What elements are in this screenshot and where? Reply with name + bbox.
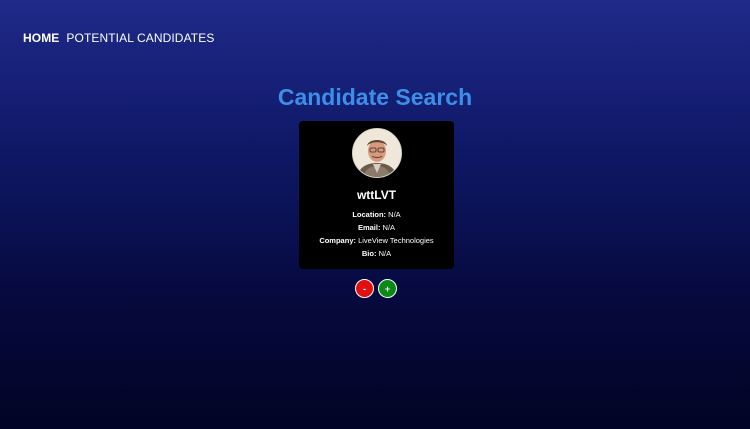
accept-candidate-button[interactable]: + bbox=[378, 279, 397, 298]
nav-potential-candidates-link[interactable]: POTENTIAL CANDIDATES bbox=[66, 31, 214, 45]
location-label: Location: bbox=[352, 210, 387, 219]
candidate-location: Location: N/A bbox=[299, 210, 454, 219]
candidate-avatar bbox=[352, 128, 402, 178]
top-nav: HOME POTENTIAL CANDIDATES bbox=[23, 31, 214, 45]
company-value: LiveView Technologies bbox=[358, 236, 434, 245]
candidate-bio: Bio: N/A bbox=[299, 249, 454, 258]
bio-value: N/A bbox=[378, 249, 392, 258]
email-label: Email: bbox=[357, 223, 381, 232]
avatar-image bbox=[353, 129, 401, 177]
candidate-card: wttLVT Location: N/A Email: N/A Company:… bbox=[299, 121, 454, 269]
email-value: N/A bbox=[382, 223, 396, 232]
company-label: Company: bbox=[319, 236, 356, 245]
location-value: N/A bbox=[388, 210, 401, 219]
candidate-email: Email: N/A bbox=[299, 223, 454, 232]
reject-candidate-button[interactable]: - bbox=[355, 279, 374, 298]
bio-label: Bio: bbox=[361, 249, 377, 258]
nav-home-link[interactable]: HOME bbox=[23, 31, 59, 45]
candidate-company: Company: LiveView Technologies bbox=[299, 236, 454, 245]
candidate-username: wttLVT bbox=[356, 188, 397, 202]
page-title: Candidate Search bbox=[277, 84, 473, 110]
